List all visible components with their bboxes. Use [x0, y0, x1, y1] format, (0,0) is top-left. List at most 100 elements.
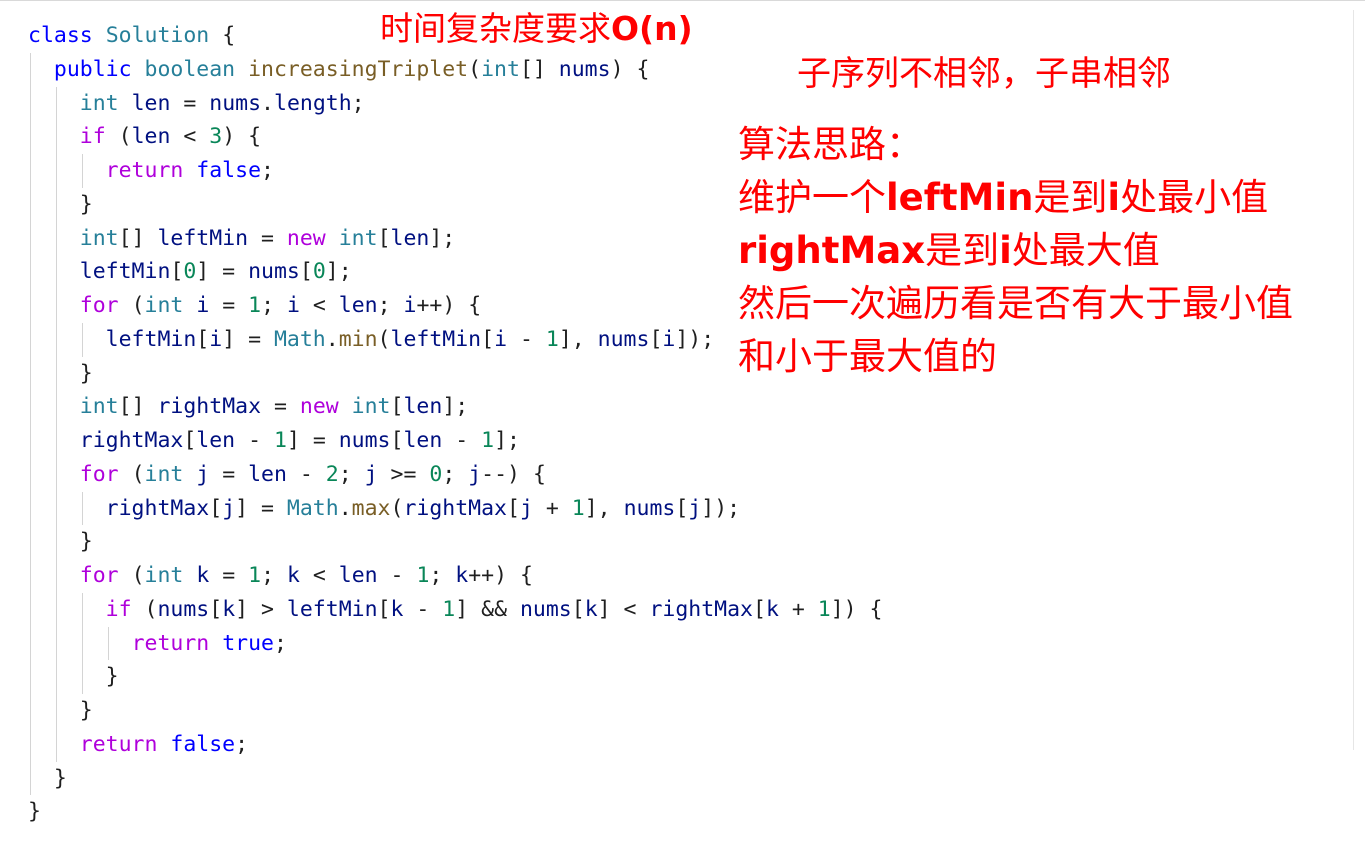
algo-line-2: rightMax是到i处最大值 [738, 224, 1293, 277]
code-token: [ [377, 596, 391, 622]
code-token: for [79, 461, 119, 487]
code-token: k [286, 563, 300, 588]
code-token: int [351, 394, 391, 420]
code-token: < [299, 563, 339, 588]
algo-line-2-text-d: 处最大值 [1011, 229, 1160, 272]
code-line: rightMax[j] = Math.max(rightMax[j + 1], … [28, 492, 882, 526]
code-token: nums [157, 596, 210, 622]
code-token: ; [338, 461, 365, 487]
code-line: } [28, 762, 882, 796]
code-line: return true; [28, 627, 882, 661]
code-token: [ [649, 326, 663, 352]
algo-line-2-rightmax: rightMax [738, 229, 926, 272]
code-token: = [248, 225, 287, 251]
code-token: 2 [325, 461, 339, 487]
code-token: ]; [442, 394, 469, 420]
code-token: i [196, 293, 210, 318]
code-token: int [144, 461, 184, 487]
code-token: 0 [312, 259, 326, 285]
code-token: [ [170, 259, 184, 285]
code-token: ] = [235, 495, 287, 521]
code-token: j [364, 461, 378, 487]
indent-guide [81, 491, 83, 526]
code-token: [] [118, 225, 158, 251]
code-token: rightMax [157, 394, 262, 420]
code-line: return false; [28, 728, 882, 762]
code-line: rightMax[len - 1] = nums[len - 1]; [28, 424, 882, 458]
code-token: i [286, 293, 300, 318]
code-token: return [79, 731, 158, 757]
code-token: [ [390, 428, 404, 453]
code-line: public boolean increasingTriplet(int[] n… [28, 53, 882, 87]
code-token: leftMin [79, 259, 171, 285]
code-token: 1 [442, 596, 456, 622]
code-token: ++) { [468, 563, 533, 588]
code-token: . [338, 495, 352, 521]
code-token: return [105, 158, 184, 183]
code-token: ]) { [830, 596, 883, 622]
algo-line-1-leftmin: leftMin [886, 176, 1034, 219]
code-token: [ [571, 596, 585, 622]
code-token: class [28, 23, 93, 48]
code-token: len [403, 394, 443, 420]
algo-line-2-text-b: 是到 [925, 229, 1000, 272]
algo-heading: 算法思路： [738, 123, 923, 166]
algo-line-1-text-c: 是到 [1033, 176, 1108, 219]
code-token: [ [753, 596, 766, 622]
code-token: int [144, 563, 184, 588]
code-token: int [79, 90, 119, 116]
code-token: nums [248, 259, 300, 285]
code-token: leftMin [105, 326, 197, 352]
code-token: ], [584, 495, 624, 521]
code-line: int[] rightMax = new int[len]; [28, 390, 882, 424]
code-token: true [222, 630, 274, 656]
code-token: rightMax [79, 428, 184, 453]
code-token: j [688, 495, 702, 521]
code-token: len [403, 428, 443, 453]
code-token: 1 [416, 563, 430, 588]
code-token: = [209, 461, 249, 487]
code-line: if (nums[k] > leftMin[k - 1] && nums[k] … [28, 593, 883, 627]
editor-right-rule [1353, 10, 1354, 750]
code-token: } [28, 799, 41, 825]
top-border [0, 0, 1365, 1]
code-token: if [105, 596, 132, 622]
code-line: } [28, 795, 882, 829]
code-token: ; [377, 293, 404, 318]
code-token: i [209, 326, 223, 352]
code-token: [ [390, 394, 404, 420]
code-token: - [442, 428, 482, 453]
code-token: ] = [222, 326, 274, 352]
code-token: i [662, 326, 676, 352]
algorithm-notes: 算法思路： 维护一个leftMin是到i处最小值 rightMax是到i处最大值… [738, 118, 1293, 383]
code-token: ]); [675, 326, 715, 352]
code-token: nums [209, 90, 262, 116]
algo-line-3: 然后一次遍历看是否有大于最小值 [738, 282, 1293, 325]
code-token: k [390, 596, 404, 622]
code-token: ], [558, 326, 598, 352]
code-token: leftMin [286, 596, 378, 622]
code-token: ] && [455, 596, 520, 622]
code-line: int len = nums.length; [28, 87, 882, 121]
code-token: 1 [481, 428, 495, 453]
code-token: ; [261, 158, 274, 183]
code-token: int [481, 56, 520, 82]
code-token: } [53, 765, 67, 791]
